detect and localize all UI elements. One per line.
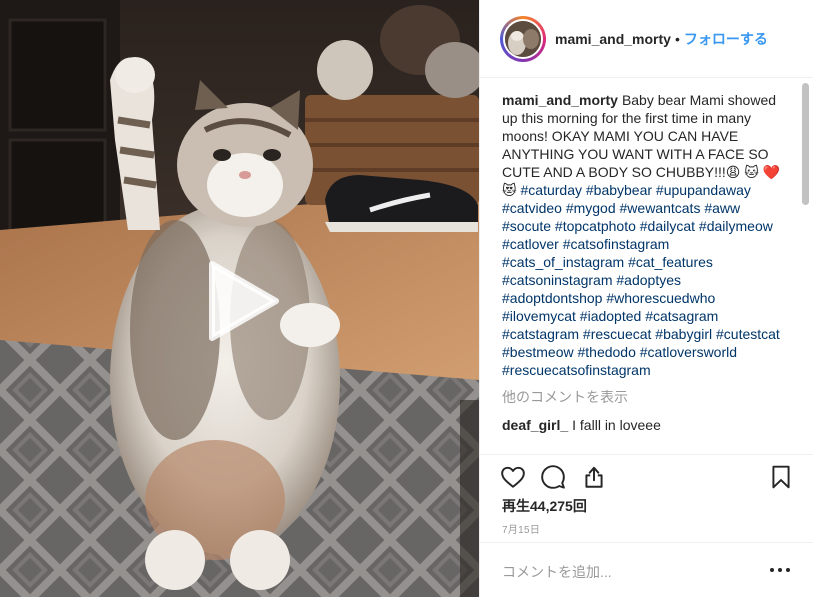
load-more-comments-button[interactable]: 他のコメントを表示 [502, 387, 784, 407]
header-separator: • [674, 30, 680, 47]
avatar-image [503, 18, 543, 59]
header-username-link[interactable]: mami_and_morty [555, 31, 671, 47]
post-caption: mami_and_morty Baby bear Mami showed up t… [502, 91, 784, 379]
avatar[interactable] [500, 15, 546, 62]
comment-text: I falll in loveee [572, 417, 661, 433]
post-header: mami_and_morty • フォローする [480, 0, 813, 78]
add-comment-bar: コメントを追加... [480, 542, 813, 597]
post-video[interactable] [0, 0, 479, 597]
caption-hashtags[interactable]: #caturday #babybear #upupandaway #catvid… [502, 182, 780, 378]
comments-section[interactable]: mami_and_morty Baby bear Mami showed up t… [480, 79, 813, 453]
follow-button[interactable]: フォローする [684, 29, 768, 49]
share-icon[interactable] [581, 464, 607, 490]
view-count[interactable]: 再生44,275回 [502, 496, 587, 516]
comment-bubble-icon[interactable] [540, 464, 566, 490]
play-icon[interactable] [198, 258, 284, 344]
bookmark-icon[interactable] [768, 464, 794, 490]
caption-username-link[interactable]: mami_and_morty [502, 92, 618, 108]
comments-scrollbar[interactable] [800, 81, 811, 453]
more-options-icon[interactable] [769, 559, 791, 581]
heart-icon[interactable] [500, 464, 526, 490]
comment-username-link[interactable]: deaf_girl_ [502, 417, 568, 433]
comment-item: deaf_girl_ I falll in loveee [502, 416, 784, 434]
comment-input[interactable]: コメントを追加... [502, 562, 612, 582]
action-bar [480, 454, 813, 498]
post-date[interactable]: 7月15日 [502, 521, 540, 536]
scrollbar-thumb[interactable] [802, 83, 809, 205]
post-details-panel: mami_and_morty • フォローする mami_and_morty Ba… [479, 0, 813, 597]
